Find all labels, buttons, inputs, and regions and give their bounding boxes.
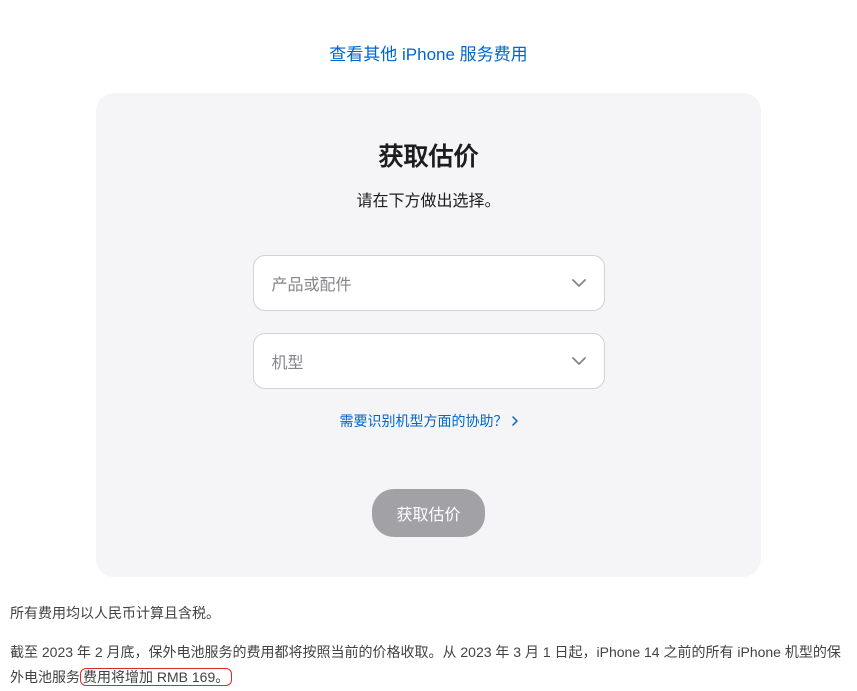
product-select-wrapper: 产品或配件	[253, 255, 605, 311]
chevron-right-icon	[512, 413, 518, 429]
get-estimate-button[interactable]: 获取估价	[372, 489, 484, 537]
product-select[interactable]: 产品或配件	[253, 255, 605, 311]
model-placeholder: 机型	[272, 349, 304, 373]
footer-highlight: 费用将增加 RMB 169。	[80, 668, 232, 686]
chevron-down-icon	[572, 357, 586, 365]
top-link-row: 查看其他 iPhone 服务费用	[0, 0, 857, 93]
estimate-card: 获取估价 请在下方做出选择。 产品或配件 机型 需要识别机型方面的协助？ 获取估…	[96, 93, 761, 577]
help-link-row: 需要识别机型方面的协助？	[136, 411, 721, 431]
card-subtitle: 请在下方做出选择。	[136, 187, 721, 211]
card-title: 获取估价	[136, 137, 721, 173]
other-services-link[interactable]: 查看其他 iPhone 服务费用	[329, 45, 527, 64]
model-select-wrapper: 机型	[253, 333, 605, 389]
model-select[interactable]: 机型	[253, 333, 605, 389]
footer-line-1: 所有费用均以人民币计算且含税。	[10, 601, 847, 626]
identify-model-help-link[interactable]: 需要识别机型方面的协助？	[340, 411, 518, 431]
help-link-text: 需要识别机型方面的协助？	[340, 411, 508, 431]
footer-line-2: 截至 2023 年 2 月底，保外电池服务的费用都将按照当前的价格收取。从 20…	[10, 640, 847, 690]
chevron-down-icon	[572, 279, 586, 287]
footer-text: 所有费用均以人民币计算且含税。 截至 2023 年 2 月底，保外电池服务的费用…	[0, 577, 857, 691]
product-placeholder: 产品或配件	[272, 271, 352, 295]
